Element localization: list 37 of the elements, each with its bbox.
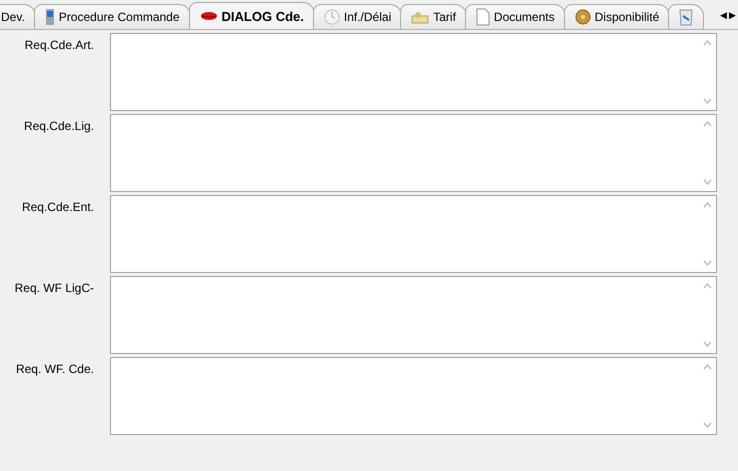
scroll-down-icon[interactable] [703, 422, 712, 428]
tab[interactable]: Documents [464, 4, 566, 29]
tab[interactable]: Disponibilité [564, 4, 670, 29]
text-area[interactable] [110, 33, 717, 111]
scroll-down-icon[interactable] [703, 341, 712, 347]
money-icon [411, 10, 430, 24]
tab[interactable]: Procedure Commande [34, 4, 191, 29]
page-icon [476, 8, 490, 26]
tab[interactable] [668, 4, 704, 29]
tab-scroll-button[interactable]: ▶ [728, 10, 737, 20]
tab[interactable]: Tarif [400, 4, 467, 29]
scroll-down-icon[interactable] [703, 260, 712, 266]
scroll-down-icon[interactable] [703, 179, 712, 185]
scroll-up-icon[interactable] [703, 283, 712, 289]
scroll-up-icon[interactable] [703, 364, 712, 370]
field-label: Req.Cde.Ent. [20, 199, 95, 214]
tab-scroll-button[interactable]: ◀ [719, 10, 728, 20]
lips-icon [200, 11, 218, 21]
tab[interactable]: Dev. [0, 4, 36, 29]
trash-icon [679, 8, 694, 26]
scroll-up-icon[interactable] [703, 202, 712, 208]
text-area[interactable] [110, 114, 717, 192]
text-area[interactable] [110, 195, 717, 273]
field-label: Req.Cde.Art. [24, 37, 95, 52]
text-area[interactable] [110, 276, 717, 354]
clock-icon [324, 9, 340, 25]
field-label: Req. WF. Cde. [14, 361, 95, 376]
tab[interactable]: Inf./Délai [312, 4, 402, 29]
text-area[interactable] [110, 357, 717, 435]
field-label: Req. WF LigC- [14, 280, 95, 295]
phone-icon [44, 8, 55, 26]
wheel-icon [574, 9, 591, 25]
tab[interactable]: DIALOG Cde. [188, 2, 315, 29]
scroll-down-icon[interactable] [703, 98, 712, 104]
field-label: Req.Cde.Lig. [22, 118, 95, 133]
scroll-up-icon[interactable] [703, 40, 712, 46]
scroll-up-icon[interactable] [703, 121, 712, 127]
